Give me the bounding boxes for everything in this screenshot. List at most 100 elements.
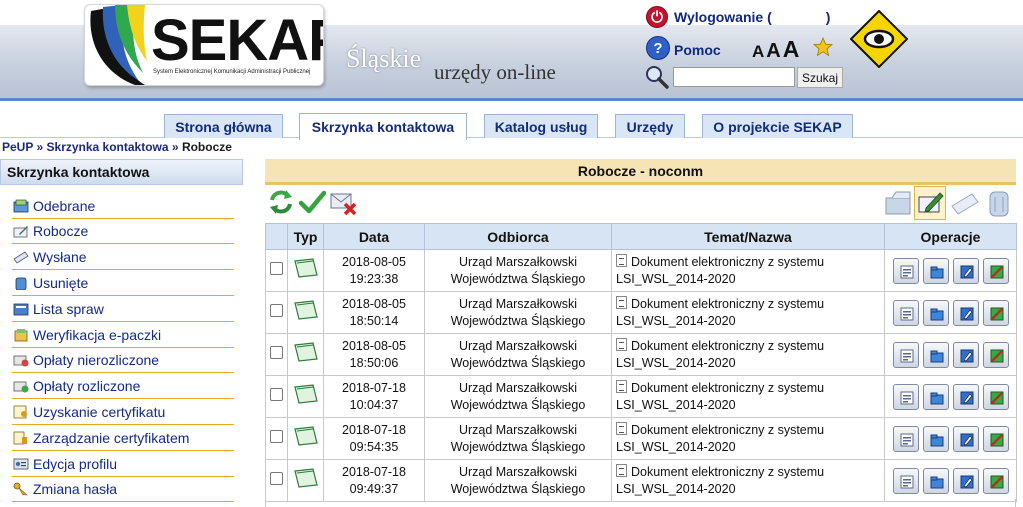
logout-link[interactable]: Wylogowanie () [674,9,830,25]
drafts-tool-button[interactable] [914,186,946,220]
row-topic-line2[interactable]: LSI_WSL_2014-2020 [616,355,884,372]
column-header-type[interactable]: Typ [287,223,324,250]
sidebar-item-package-verification[interactable]: Weryfikacja e-paczki [12,322,234,348]
edit-button[interactable] [952,383,979,410]
table-row[interactable]: 2018-07-18 10:04:37 Urząd Marszałkowski Woj… [265,375,1017,418]
sidebar-item-settled-fees[interactable]: Opłaty rozliczone [12,373,234,399]
logout-label[interactable]: Wylogowanie [674,9,763,25]
search-button[interactable]: Szukaj [797,67,843,88]
font-size-large[interactable]: A [783,36,800,62]
table-row[interactable]: 2018-07-18 09:49:37 Urząd Marszałkowski Woj… [265,459,1017,502]
row-checkbox[interactable] [270,345,283,359]
table-row[interactable]: 2018-08-05 18:50:14 Urząd Marszałkowski Woj… [265,291,1017,334]
sekap-logo[interactable]: SEKAP System Elektronicznej Komunikacji … [84,4,324,86]
received-folder-icon[interactable] [884,188,914,218]
sidebar-item-case-list[interactable]: Lista spraw [12,296,234,322]
row-topic-cell[interactable]: Dokument elektroniczny z systemu LSI_WSL_… [611,417,885,460]
checkmark-icon[interactable] [298,188,326,216]
column-header-topic[interactable]: Temat/Nazwa [611,223,885,250]
edit-button[interactable] [952,341,979,368]
row-checkbox[interactable] [270,471,283,485]
tab-offices[interactable]: Urzędy [615,114,685,138]
trash-bin-icon[interactable] [984,188,1014,218]
folder-button[interactable] [922,341,949,368]
folder-button[interactable] [922,467,949,494]
row-topic-cell[interactable]: Dokument elektroniczny z systemu LSI_WSL_… [611,291,885,334]
row-topic-line2[interactable]: LSI_WSL_2014-2020 [616,481,884,498]
details-button[interactable] [892,257,919,284]
delete-button[interactable] [982,425,1009,452]
row-checkbox[interactable] [270,261,283,275]
row-topic-line1[interactable]: Dokument elektroniczny z systemu [631,465,824,479]
details-button[interactable] [892,425,919,452]
font-size-medium[interactable]: A [766,40,780,62]
sidebar-item-received[interactable]: Odebrane [12,193,234,219]
sidebar-item-change-password[interactable]: Zmiana hasła [12,476,234,502]
row-topic-line1[interactable]: Dokument elektroniczny z systemu [631,255,824,269]
table-row[interactable]: 2018-08-05 18:50:06 Urząd Marszałkowski Woj… [265,333,1017,376]
sidebar-item-drafts[interactable]: Robocze [12,218,234,244]
table-row[interactable]: 2018-08-05 19:23:38 Urząd Marszałkowski Woj… [265,249,1017,292]
row-checkbox[interactable] [270,387,283,401]
edit-button[interactable] [952,299,979,326]
folder-button[interactable] [922,257,949,284]
edit-button[interactable] [952,425,979,452]
details-button[interactable] [892,383,919,410]
row-topic-line2[interactable]: LSI_WSL_2014-2020 [616,271,884,288]
details-button[interactable] [892,341,919,368]
sidebar-item-manage-certificate[interactable]: Zarządzanie certyfikatem [12,425,234,451]
refresh-icon[interactable] [267,188,295,216]
delete-button[interactable] [982,383,1009,410]
edit-button[interactable] [952,467,979,494]
breadcrumb-home[interactable]: PeUP [2,140,33,154]
font-size-small[interactable]: A [752,42,764,61]
details-button[interactable] [892,467,919,494]
accessibility-eye-icon[interactable] [850,10,908,68]
help-link[interactable]: Pomoc [674,42,721,58]
row-topic-line1[interactable]: Dokument elektroniczny z systemu [631,339,824,353]
search-input[interactable] [673,67,795,87]
edit-button[interactable] [952,257,979,284]
table-row[interactable]: 2018-07-18 09:54:35 Urząd Marszałkowski Woj… [265,417,1017,460]
column-header-recipient[interactable]: Odbiorca [424,223,612,250]
folder-button[interactable] [922,383,949,410]
tab-service-catalog[interactable]: Katalog usług [484,114,598,138]
delete-button[interactable] [982,467,1009,494]
font-size-controls: A AA [752,36,801,63]
help-icon[interactable]: ? [646,36,670,60]
sidebar-item-unsettled-fees[interactable]: Opłaty nierozliczone [12,347,234,373]
folder-button[interactable] [922,299,949,326]
sidebar-item-get-certificate[interactable]: Uzyskanie certyfikatu [12,399,234,425]
sidebar-item-deleted[interactable]: Usunięte [12,270,234,296]
delete-button[interactable] [982,341,1009,368]
row-topic-line2[interactable]: LSI_WSL_2014-2020 [616,313,884,330]
row-topic-cell[interactable]: Dokument elektroniczny z systemu LSI_WSL_… [611,375,885,418]
row-topic-line1[interactable]: Dokument elektroniczny z systemu [631,423,824,437]
row-checkbox[interactable] [270,429,283,443]
row-checkbox[interactable] [270,303,283,317]
details-button[interactable] [892,299,919,326]
sidebar-item-sent[interactable]: Wysłane [12,244,234,270]
folder-button[interactable] [922,425,949,452]
row-topic-line2[interactable]: LSI_WSL_2014-2020 [616,439,884,456]
delete-button[interactable] [982,299,1009,326]
tab-contact-box[interactable]: Skrzynka kontaktowa [299,113,467,140]
sent-envelope-icon[interactable] [950,188,980,218]
tab-about-project[interactable]: O projekcie SEKAP [702,114,853,138]
delete-message-icon[interactable] [329,188,357,216]
breadcrumb-contact-box[interactable]: Skrzynka kontaktowa [47,140,169,154]
delete-button[interactable] [982,257,1009,284]
search-icon[interactable] [644,64,670,90]
column-header-date[interactable]: Data [323,223,425,250]
tab-home[interactable]: Strona główna [164,114,283,138]
star-icon[interactable] [813,37,833,57]
power-icon[interactable]: ⏻ [646,6,668,28]
sidebar-item-edit-profile[interactable]: Edycja profilu [12,451,234,477]
row-topic-cell[interactable]: Dokument elektroniczny z systemu LSI_WSL_… [611,249,885,292]
row-topic-line1[interactable]: Dokument elektroniczny z systemu [631,381,824,395]
case-list-icon [13,303,29,315]
row-topic-line1[interactable]: Dokument elektroniczny z systemu [631,297,824,311]
row-topic-cell[interactable]: Dokument elektroniczny z systemu LSI_WSL_… [611,333,885,376]
row-topic-line2[interactable]: LSI_WSL_2014-2020 [616,397,884,414]
row-topic-cell[interactable]: Dokument elektroniczny z systemu LSI_WSL_… [611,459,885,502]
